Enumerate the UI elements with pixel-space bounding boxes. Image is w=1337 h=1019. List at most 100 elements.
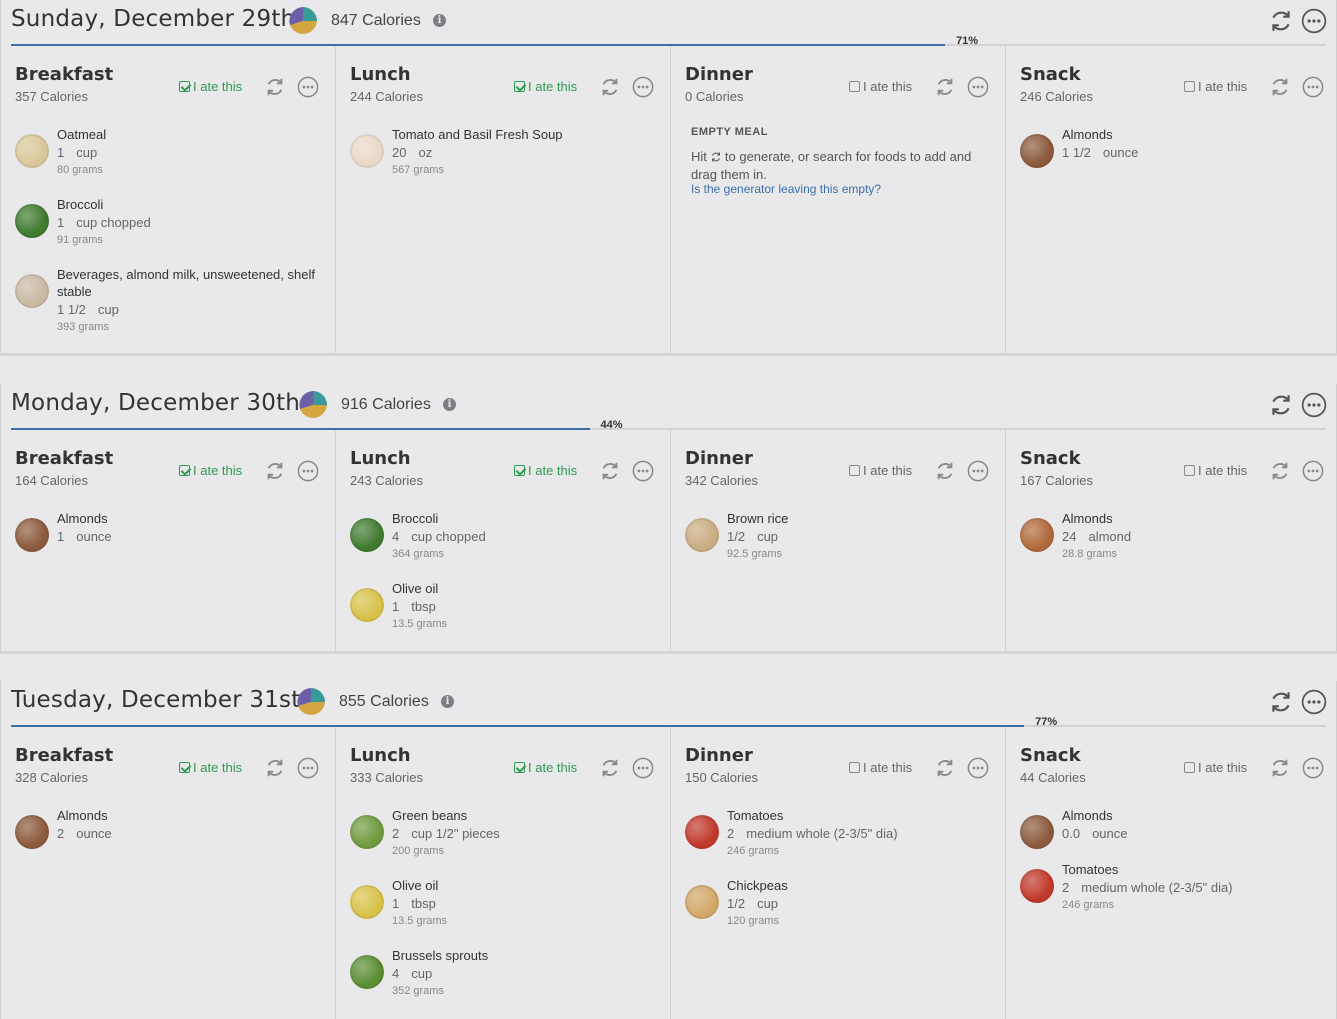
ate-this-checkbox[interactable]: I ate this	[514, 463, 577, 478]
ate-this-checkbox[interactable]: I ate this	[179, 760, 242, 775]
food-name[interactable]: Almonds	[1062, 126, 1322, 143]
info-icon[interactable]: i	[441, 695, 454, 708]
food-name[interactable]: Brussels sprouts	[392, 947, 652, 964]
macro-pie-icon[interactable]	[296, 687, 326, 717]
checked-box-icon	[514, 762, 525, 773]
ate-this-checkbox[interactable]: I ate this	[849, 463, 912, 478]
carrot-icon	[350, 134, 384, 168]
broccoli-icon	[15, 204, 49, 238]
regenerate-meal-button[interactable]	[599, 757, 621, 779]
food-name[interactable]: Beverages, almond milk, unsweetened, she…	[57, 266, 317, 300]
food-name[interactable]: Tomato and Basil Fresh Soup	[392, 126, 652, 143]
info-icon[interactable]: i	[433, 14, 446, 27]
regenerate-meal-button[interactable]	[264, 76, 286, 98]
meal-more-options-button[interactable]	[967, 76, 989, 98]
food-name[interactable]: Broccoli	[392, 510, 652, 527]
macro-pie-icon[interactable]	[288, 6, 318, 36]
day-section: Tuesday, December 31st 855 Calories i 77% Br…	[0, 681, 1337, 1019]
regenerate-meal-button[interactable]	[934, 460, 956, 482]
food-item[interactable]: Brown rice 1/2 cup 92.5 grams	[685, 510, 995, 568]
generator-help-link[interactable]: Is the generator leaving this empty?	[691, 182, 881, 196]
meal-more-options-button[interactable]	[1302, 757, 1324, 779]
info-icon[interactable]: i	[443, 398, 456, 411]
regenerate-day-button[interactable]	[1268, 689, 1294, 715]
meal-more-options-button[interactable]	[632, 757, 654, 779]
ate-this-checkbox[interactable]: I ate this	[1184, 79, 1247, 94]
food-item[interactable]: Almonds 1 ounce	[15, 510, 325, 568]
unchecked-box-icon	[849, 81, 860, 92]
day-more-options-button[interactable]	[1301, 8, 1327, 34]
day-more-options-button[interactable]	[1301, 392, 1327, 418]
ate-this-checkbox[interactable]: I ate this	[849, 760, 912, 775]
food-quantity: 2	[57, 826, 65, 841]
food-name[interactable]: Tomatoes	[727, 807, 987, 824]
food-item[interactable]: Olive oil 1 tbsp 13.5 grams	[350, 580, 660, 638]
food-name[interactable]: Almonds	[1062, 510, 1322, 527]
food-grams: 28.8 grams	[1062, 548, 1118, 560]
food-item[interactable]: Almonds 0.0 ounce	[1020, 807, 1330, 865]
food-item[interactable]: Beverages, almond milk, unsweetened, she…	[15, 266, 325, 336]
ate-this-label: I ate this	[1198, 79, 1248, 94]
food-name[interactable]: Tomatoes	[1062, 861, 1322, 878]
regenerate-day-button[interactable]	[1268, 392, 1294, 418]
food-item[interactable]: Almonds 1 1/2 ounce	[1020, 126, 1330, 184]
food-name[interactable]: Olive oil	[392, 580, 652, 597]
regenerate-meal-button[interactable]	[264, 757, 286, 779]
food-item[interactable]: Broccoli 4 cup chopped 364 grams	[350, 510, 660, 568]
food-item[interactable]: Almonds 2 ounce	[15, 807, 325, 865]
ate-this-label: I ate this	[863, 463, 913, 478]
food-item[interactable]: Olive oil 1 tbsp 13.5 grams	[350, 877, 660, 935]
regenerate-meal-button[interactable]	[599, 460, 621, 482]
meal-more-options-button[interactable]	[967, 757, 989, 779]
food-item[interactable]: Tomato and Basil Fresh Soup 20 oz 567 grams	[350, 126, 660, 184]
food-item[interactable]: Broccoli 1 cup chopped 91 grams	[15, 196, 325, 254]
food-item[interactable]: Green beans 2 cup 1/2" pieces 200 grams	[350, 807, 660, 865]
food-grams: 120 grams	[727, 915, 779, 927]
almonds-icon	[15, 518, 49, 552]
ate-this-checkbox[interactable]: I ate this	[514, 79, 577, 94]
regenerate-meal-button[interactable]	[934, 76, 956, 98]
meal-more-options-button[interactable]	[632, 76, 654, 98]
meal-more-options-button[interactable]	[297, 76, 319, 98]
food-name[interactable]: Almonds	[57, 807, 317, 824]
food-name[interactable]: Almonds	[57, 510, 317, 527]
food-name[interactable]: Chickpeas	[727, 877, 987, 894]
meal-more-options-button[interactable]	[632, 460, 654, 482]
meal-more-options-button[interactable]	[1302, 76, 1324, 98]
ate-this-checkbox[interactable]: I ate this	[849, 79, 912, 94]
food-item[interactable]: Oatmeal 1 cup 80 grams	[15, 126, 325, 184]
food-name[interactable]: Broccoli	[57, 196, 317, 213]
food-name[interactable]: Brown rice	[727, 510, 987, 527]
meal-more-options-button[interactable]	[1302, 460, 1324, 482]
food-item[interactable]: Chickpeas 1/2 cup 120 grams	[685, 877, 995, 935]
food-amount: 1 1/2 cup	[57, 302, 119, 317]
meal-more-options-button[interactable]	[297, 757, 319, 779]
regenerate-meal-button[interactable]	[599, 76, 621, 98]
macro-pie-icon[interactable]	[298, 390, 328, 420]
regenerate-meal-button[interactable]	[1269, 76, 1291, 98]
food-item[interactable]: Tomatoes 2 medium whole (2-3/5" dia) 246 gr…	[685, 807, 995, 865]
food-name[interactable]: Olive oil	[392, 877, 652, 894]
meal-more-options-button[interactable]	[967, 460, 989, 482]
meal-card-dinner: Dinner 150 Calories I ate this Tomatoes 2 med…	[671, 727, 1006, 1019]
food-item[interactable]: Tomatoes 2 medium whole (2-3/5" dia) 246 gr…	[1020, 861, 1330, 919]
ate-this-checkbox[interactable]: I ate this	[514, 760, 577, 775]
food-name[interactable]: Green beans	[392, 807, 652, 824]
day-more-options-button[interactable]	[1301, 689, 1327, 715]
ate-this-checkbox[interactable]: I ate this	[1184, 463, 1247, 478]
ate-this-checkbox[interactable]: I ate this	[179, 79, 242, 94]
food-item[interactable]: Almonds 24 almond 28.8 grams	[1020, 510, 1330, 568]
meal-calories: 167 Calories	[1020, 473, 1093, 488]
regenerate-day-button[interactable]	[1268, 8, 1294, 34]
regenerate-meal-button[interactable]	[934, 757, 956, 779]
ate-this-checkbox[interactable]: I ate this	[179, 463, 242, 478]
food-amount: 1 1/2 ounce	[1062, 145, 1138, 160]
ate-this-checkbox[interactable]: I ate this	[1184, 760, 1247, 775]
regenerate-meal-button[interactable]	[1269, 757, 1291, 779]
meal-more-options-button[interactable]	[297, 460, 319, 482]
regenerate-meal-button[interactable]	[264, 460, 286, 482]
food-item[interactable]: Brussels sprouts 4 cup 352 grams	[350, 947, 660, 1005]
food-name[interactable]: Oatmeal	[57, 126, 317, 143]
regenerate-meal-button[interactable]	[1269, 460, 1291, 482]
food-name[interactable]: Almonds	[1062, 807, 1322, 824]
